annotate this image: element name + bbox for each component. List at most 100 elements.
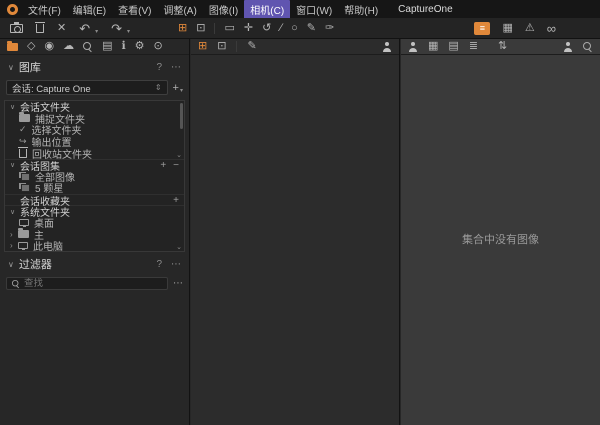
thumb-list-view-icon[interactable]: ▤ <box>448 41 458 52</box>
toolbar-tools-group: ⊞ ⊡ ▭ ✛ ↺ ∕ ○ ✎ ✑ <box>178 23 334 34</box>
tooltab-gear-icon[interactable]: ⚙ <box>135 41 145 52</box>
toolbar-divider <box>214 23 215 34</box>
session-select-value: 会话: Capture One <box>12 81 91 95</box>
tooltab-library-folder-icon[interactable] <box>7 43 18 51</box>
more-options-icon[interactable]: ⋯ <box>171 259 181 270</box>
menu-window[interactable]: 窗口(W) <box>290 0 338 19</box>
add-session-button[interactable]: + ▾ <box>173 82 183 94</box>
plus-icon: + <box>173 82 179 94</box>
chevron-down-icon: ▾ <box>180 87 183 94</box>
menu-image[interactable]: 图像(I) <box>203 0 244 19</box>
browser-brush-icon[interactable]: ✎ <box>247 41 256 52</box>
scroll-down-icon[interactable]: ⌄ <box>176 151 182 159</box>
proofing-glasses-icon[interactable]: ∞ <box>547 22 556 35</box>
user-filter-icon[interactable] <box>408 42 418 52</box>
select-tool-icon[interactable]: ▭ <box>224 23 234 34</box>
undo-dropdown-icon[interactable]: ▾ <box>95 28 98 35</box>
thumb-grid-view-icon[interactable]: ▦ <box>428 41 438 52</box>
tooltab-tag-icon[interactable]: ◇ <box>27 41 35 52</box>
desktop-icon <box>19 219 29 226</box>
redo-icon[interactable]: ↷ <box>111 22 122 35</box>
tooltab-cloud-icon[interactable]: ☁ <box>63 41 74 52</box>
tooltab-settings-icon[interactable]: ⊙ <box>154 41 163 52</box>
main-toolbar: ✕ ↶ ▾ ↷ ▾ ⊞ ⊡ ▭ ✛ ↺ ∕ ○ ✎ ✑ ≡ ▦ ⚠ ∞ <box>0 18 600 39</box>
library-tree: ∨ 会话文件夹 捕捉文件夹 ✓ 选择文件夹 ↪ 输出位置 回收站文件夹 <box>4 100 185 252</box>
window-title: CaptureOne <box>398 4 452 15</box>
menu-edit[interactable]: 编辑(E) <box>67 0 112 19</box>
rotate-tool-icon[interactable]: ↺ <box>262 23 271 34</box>
menu-camera[interactable]: 相机(C) <box>244 0 290 19</box>
session-select[interactable]: 会话: Capture One ⇕ <box>6 80 168 95</box>
section-session-albums[interactable]: ∨ 会话图集 + − <box>5 159 184 171</box>
filmstrip-icon[interactable]: ▦ <box>502 23 512 34</box>
more-options-icon[interactable]: ⋯ <box>171 62 181 73</box>
viewer-toolbar: ▦ ▤ ≣ ⇅ <box>401 39 600 55</box>
menu-help[interactable]: 帮助(H) <box>338 0 384 19</box>
sort-icon[interactable]: ⇅ <box>498 41 507 52</box>
search-icon <box>12 280 20 288</box>
tooltab-loupe-icon[interactable] <box>83 42 93 52</box>
filters-header: ∨ 过滤器 ? ⋯ <box>0 252 189 274</box>
help-button[interactable]: ? <box>156 259 162 270</box>
select-updown-icon: ⇕ <box>155 83 162 92</box>
output-arrow-icon: ↪ <box>19 136 27 147</box>
viewer-panel: ▦ ▤ ≣ ⇅ 集合中没有图像 <box>401 39 600 425</box>
browser-grid-view-icon[interactable]: ⊞ <box>198 41 207 52</box>
eyedropper-tool-icon[interactable]: ✑ <box>325 23 334 34</box>
trash-icon[interactable] <box>36 24 44 33</box>
chevron-right-icon[interactable]: › <box>10 230 18 239</box>
photos-icon <box>19 183 30 192</box>
chevron-down-icon[interactable]: ∨ <box>8 63 14 72</box>
warning-icon[interactable]: ⚠ <box>525 23 535 34</box>
folder-icon <box>18 230 29 238</box>
add-favorite-button[interactable]: + <box>173 195 179 206</box>
help-button[interactable]: ? <box>156 62 162 73</box>
browser-panel: ⊞ ⊡ ✎ <box>191 39 400 425</box>
search-box <box>6 277 168 290</box>
chevron-down-icon[interactable]: ∨ <box>8 260 14 269</box>
people-icon[interactable] <box>563 42 573 52</box>
add-album-button[interactable]: + <box>160 160 166 171</box>
folder-icon <box>19 114 30 122</box>
section-session-folders[interactable]: ∨ 会话文件夹 <box>5 101 184 113</box>
computer-icon <box>18 242 28 249</box>
search-input[interactable] <box>24 278 163 289</box>
menu-bar: 文件(F) 编辑(E) 查看(V) 调整(A) 图像(I) 相机(C) 窗口(W… <box>0 0 600 18</box>
menu-adjust[interactable]: 调整(A) <box>157 0 202 19</box>
ellipse-tool-icon[interactable]: ○ <box>291 23 298 34</box>
trash-icon <box>19 149 27 158</box>
delete-icon[interactable]: ✕ <box>57 23 66 34</box>
menu-file[interactable]: 文件(F) <box>22 0 67 19</box>
chevron-right-icon[interactable]: › <box>10 241 18 250</box>
crop-tool-icon[interactable]: ✛ <box>244 23 253 34</box>
tree-item-this-pc[interactable]: › 此电脑 <box>5 240 184 252</box>
remove-album-button[interactable]: − <box>173 160 179 171</box>
thumb-detail-view-icon[interactable]: ≣ <box>469 41 478 52</box>
menu-view[interactable]: 查看(V) <box>112 0 157 19</box>
adjustments-clipboard-icon[interactable]: ≡ <box>474 22 490 35</box>
scroll-down-icon[interactable]: ⌄ <box>176 243 182 251</box>
toolbar-divider <box>236 41 237 52</box>
undo-icon[interactable]: ↶ <box>79 22 90 35</box>
tooltab-lens-icon[interactable]: ◉ <box>44 41 54 52</box>
loupe-view-icon[interactable]: ⊡ <box>196 23 205 34</box>
browser-list-view-icon[interactable]: ⊡ <box>217 41 226 52</box>
redo-dropdown-icon[interactable]: ▾ <box>127 28 130 35</box>
app-logo-icon <box>7 4 18 15</box>
toolbar-right-group: ≡ ▦ ⚠ ∞ <box>474 22 556 35</box>
pen-tool-icon[interactable]: ✎ <box>307 23 316 34</box>
tree-item-home[interactable]: › 主 <box>5 229 184 241</box>
filters-title: 过滤器 <box>19 256 52 272</box>
zoom-icon[interactable] <box>583 42 593 52</box>
section-system-folders[interactable]: ∨ 系统文件夹 <box>5 205 184 217</box>
tooltab-book-icon[interactable]: ▤ <box>102 41 112 52</box>
library-title: 图库 <box>19 59 41 75</box>
user-filter-icon[interactable] <box>382 42 392 52</box>
grid-view-icon[interactable]: ⊞ <box>178 23 187 34</box>
search-options-icon[interactable]: ⋯ <box>173 278 183 289</box>
scrollbar-thumb[interactable] <box>180 103 183 129</box>
straighten-tool-icon[interactable]: ∕ <box>280 23 282 34</box>
tooltab-info-icon[interactable]: ℹ <box>121 41 125 52</box>
camera-icon[interactable] <box>10 24 23 33</box>
workspace: ◇ ◉ ☁ ▤ ℹ ⚙ ⊙ ∨ 图库 ? ⋯ 会话: Capture One ⇕ <box>0 39 600 425</box>
